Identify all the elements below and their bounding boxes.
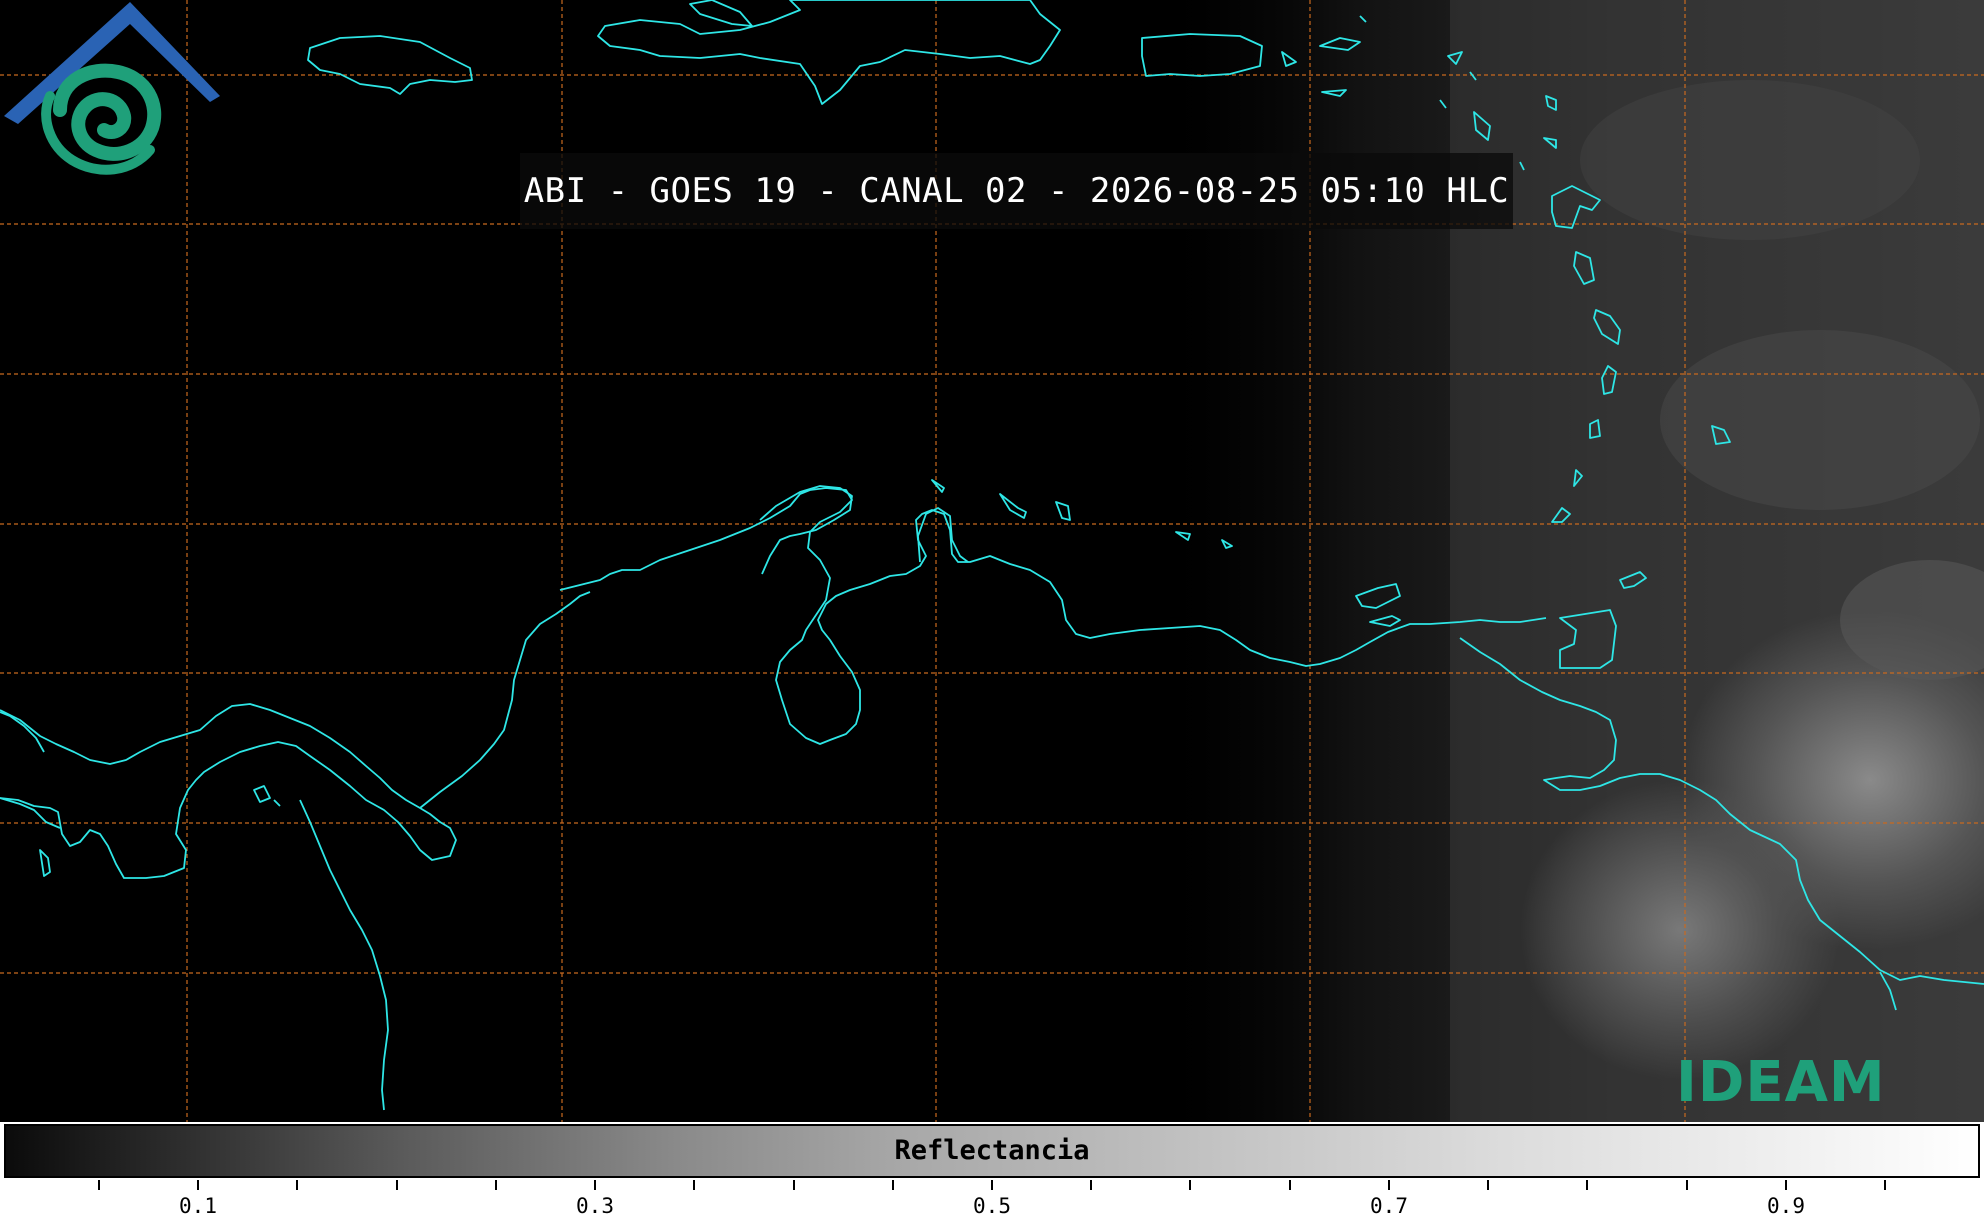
pearl-islands (39, 785, 281, 877)
ideam-logo-icon (4, 2, 220, 175)
major-tick (1785, 1180, 1787, 1190)
colorbar-label: Reflectancia (894, 1135, 1090, 1166)
tortuga-coast (689, 0, 753, 27)
minor-tick (1189, 1180, 1191, 1190)
minor-tick (1487, 1180, 1489, 1190)
guajira-peninsula (759, 485, 853, 575)
colorbar: Reflectancia (4, 1124, 1980, 1178)
panama-coast (0, 703, 457, 879)
major-tick (197, 1180, 199, 1190)
colorbar-ticks: 0.1 0.3 0.5 0.7 0.9 (0, 1180, 1984, 1222)
costa-rica-coast (0, 711, 61, 829)
minor-tick (1289, 1180, 1291, 1190)
minor-tick (1090, 1180, 1092, 1190)
minor-tick (693, 1180, 695, 1190)
minor-tick (296, 1180, 298, 1190)
minor-tick (1884, 1180, 1886, 1190)
minor-tick (396, 1180, 398, 1190)
hispaniola-coast (597, 0, 1061, 105)
tick-label: 0.7 (1370, 1194, 1408, 1218)
cloud-patch (1580, 80, 1920, 240)
map-title: ABI - GOES 19 - CANAL 02 - 2026-08-25 05… (520, 153, 1513, 229)
minor-tick (793, 1180, 795, 1190)
cloud-patch (1660, 330, 1980, 510)
minor-tick (495, 1180, 497, 1190)
tick-label: 0.9 (1767, 1194, 1805, 1218)
major-tick (594, 1180, 596, 1190)
major-tick (991, 1180, 993, 1190)
jamaica-coast (307, 35, 473, 95)
minor-tick (1586, 1180, 1588, 1190)
colombia-caribbean-coast (419, 591, 591, 809)
major-tick (1388, 1180, 1390, 1190)
tick-label: 0.3 (576, 1194, 614, 1218)
tick-label: 0.1 (179, 1194, 217, 1218)
minor-tick (1686, 1180, 1688, 1190)
minor-tick (98, 1180, 100, 1190)
colombia-pacific-coast (299, 799, 389, 1111)
satellite-map: ABI - GOES 19 - CANAL 02 - 2026-08-25 05… (0, 0, 1984, 1122)
ideam-logo-text: IDEAM (1676, 1050, 1886, 1115)
minor-tick (892, 1180, 894, 1190)
storm-cloud (1520, 780, 1840, 1080)
tick-label: 0.5 (973, 1194, 1011, 1218)
